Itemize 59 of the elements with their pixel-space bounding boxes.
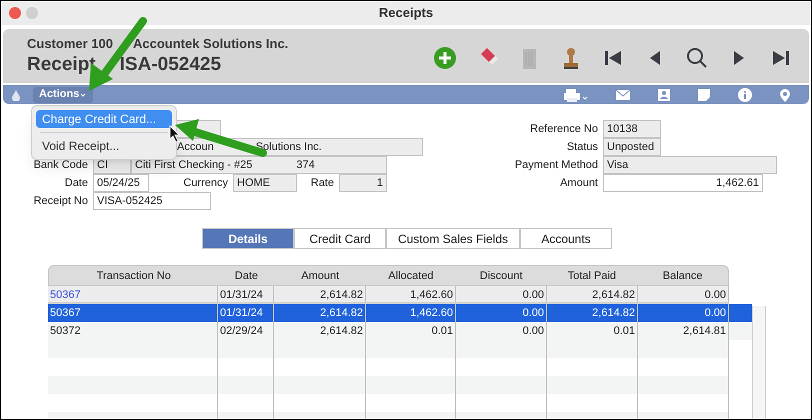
- customer-heading: Accountek Solutions Inc.: [132, 35, 288, 53]
- table-cell: 2,614.82: [274, 286, 366, 302]
- tab[interactable]: Accounts: [520, 228, 612, 249]
- window-title: Receipts: [378, 4, 434, 22]
- table-cell: 2,614.82: [547, 286, 638, 302]
- column-header: Discount: [478, 269, 524, 284]
- input-field[interactable]: 10138: [603, 120, 661, 138]
- field-label: Receipt No: [32, 194, 89, 209]
- actions-menu-button[interactable]: Actions: [33, 86, 94, 102]
- transaction-link[interactable]: 50367: [48, 286, 218, 302]
- input-field[interactable]: Citi First Checking - #25 374: [131, 156, 387, 174]
- menu-item[interactable]: Void Receipt...: [36, 137, 172, 155]
- table-cell: 0.00: [456, 286, 547, 302]
- field-label: Date: [64, 176, 89, 191]
- input-field[interactable]: Unposted: [603, 138, 661, 156]
- search-icon[interactable]: [685, 46, 709, 70]
- tab[interactable]: Details: [202, 228, 294, 249]
- field-label: Payment Method: [514, 158, 599, 173]
- field-label: Status: [566, 140, 599, 155]
- input-field[interactable]: Visa: [603, 156, 777, 174]
- table-row[interactable]: 50367 01/31/24 2,614.82 1,462.60 0.00 2,614.82 0.00: [48, 286, 729, 304]
- column-header: Total Paid: [566, 269, 618, 284]
- table-row[interactable]: 50372 02/29/24 2,614.82 0.01 0.00 0.01 2,614.81: [48, 322, 752, 340]
- input-field[interactable]: VISA-052425: [93, 192, 211, 210]
- table-cell: 0.00: [638, 286, 729, 302]
- field-label: Reference No: [529, 122, 599, 137]
- column-header: Allocated: [387, 269, 435, 284]
- tab[interactable]: Custom Sales Fields: [386, 228, 520, 249]
- field-label: Amount: [559, 176, 599, 191]
- input-field[interactable]: 05/24/25: [93, 174, 149, 192]
- tab[interactable]: Credit Card: [294, 228, 386, 249]
- table-cell: 1,462.60: [366, 286, 456, 302]
- column-header: Transaction No: [96, 269, 172, 284]
- table-row[interactable]: 50367 01/31/24 2,614.82 1,462.60 0.00 2,614.82 0.00: [48, 304, 752, 322]
- close-icon[interactable]: [9, 7, 21, 19]
- table-cell: 01/31/24: [218, 286, 274, 302]
- receipt-title: ISA-052425: [120, 53, 222, 77]
- column-header: Date: [234, 269, 260, 284]
- column-header: Balance: [662, 269, 704, 284]
- printer-button[interactable]: [563, 88, 589, 102]
- add-icon[interactable]: [433, 46, 457, 70]
- field-label: Rate: [310, 176, 335, 191]
- location-pin-button[interactable]: [779, 88, 791, 102]
- note-button[interactable]: [697, 88, 711, 102]
- mail-button[interactable]: [615, 88, 631, 102]
- customer-heading: Customer 100: [27, 35, 113, 53]
- input-field[interactable]: 1: [339, 174, 387, 192]
- info-button[interactable]: [737, 88, 753, 102]
- column-header: Amount: [300, 269, 340, 284]
- field-label: Currency: [182, 176, 229, 191]
- field-label: Bank Code: [32, 158, 89, 173]
- mouse-cursor-icon: [169, 125, 181, 143]
- input-field[interactable]: HOME: [233, 174, 297, 192]
- scrollbar[interactable]: [752, 306, 766, 419]
- caret-icon: [79, 90, 88, 98]
- drop-icon: [11, 88, 21, 100]
- receipt-title: Receipt: [27, 53, 96, 77]
- contact-card-button[interactable]: [657, 88, 671, 102]
- input-field[interactable]: 1,462.61: [603, 174, 763, 192]
